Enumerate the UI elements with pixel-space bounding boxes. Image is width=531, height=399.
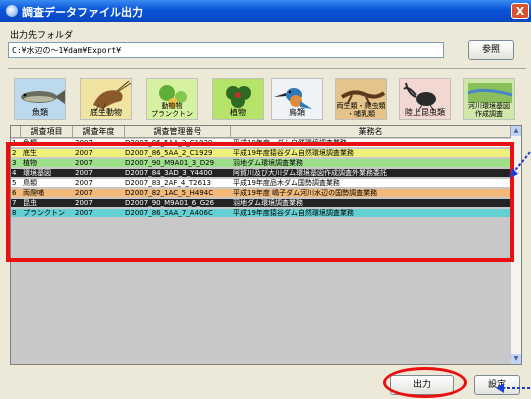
highlight-circle-output: [383, 367, 467, 398]
column-header-item[interactable]: 調査項目: [21, 126, 73, 138]
output-folder-field[interactable]: C:¥水辺の〜1¥dam¥Export¥: [8, 42, 444, 58]
category-button-benthos[interactable]: 底生動物: [80, 78, 132, 120]
category-label: 鳥類: [289, 108, 305, 117]
category-button-insects[interactable]: 陸上昆虫類: [399, 78, 451, 120]
title-bar[interactable]: 調査データファイル出力 X: [0, 0, 531, 22]
category-label: 魚類: [32, 108, 48, 117]
category-label: 陸上昆虫類: [405, 108, 445, 117]
column-header-year[interactable]: 調査年度: [73, 126, 125, 138]
category-button-fish[interactable]: 魚類: [14, 78, 66, 120]
category-label: 植物: [230, 108, 246, 117]
browse-button[interactable]: 参照: [468, 40, 514, 60]
category-button-amphibians[interactable]: 両生類・爬虫類 ・哺乳類: [335, 78, 387, 120]
window-title: 調査データファイル出力: [22, 6, 143, 19]
category-label: 動植物 プランクトン: [151, 102, 193, 118]
export-dialog: 調査データファイル出力 X 出力先フォルダ C:¥水辺の〜1¥dam¥Expor…: [0, 0, 531, 399]
column-header-code[interactable]: 調査管理番号: [125, 126, 231, 138]
category-label: 底生動物: [90, 108, 122, 117]
column-header-index[interactable]: [11, 126, 21, 138]
divider: [8, 68, 526, 69]
callout-arrow-icon: [510, 151, 531, 178]
callout-arrow-icon: [496, 383, 530, 393]
category-label: 両生類・爬虫類 ・哺乳類: [336, 102, 386, 118]
category-label: 河川環境基図 作成調査: [468, 102, 510, 118]
scroll-down-icon[interactable]: ▼: [511, 354, 521, 364]
category-button-plants[interactable]: 植物: [212, 78, 264, 120]
column-header-name[interactable]: 業務名: [231, 126, 511, 138]
app-icon: [6, 5, 18, 17]
close-button[interactable]: X: [511, 3, 529, 19]
scroll-up-icon[interactable]: ▲: [511, 126, 521, 136]
category-button-river-map[interactable]: 河川環境基図 作成調査: [463, 78, 515, 120]
category-button-birds[interactable]: 鳥類: [271, 78, 323, 120]
highlight-box-rows: [6, 142, 514, 262]
output-folder-label: 出力先フォルダ: [10, 31, 74, 41]
category-button-plankton[interactable]: 動植物 プランクトン: [146, 78, 198, 120]
